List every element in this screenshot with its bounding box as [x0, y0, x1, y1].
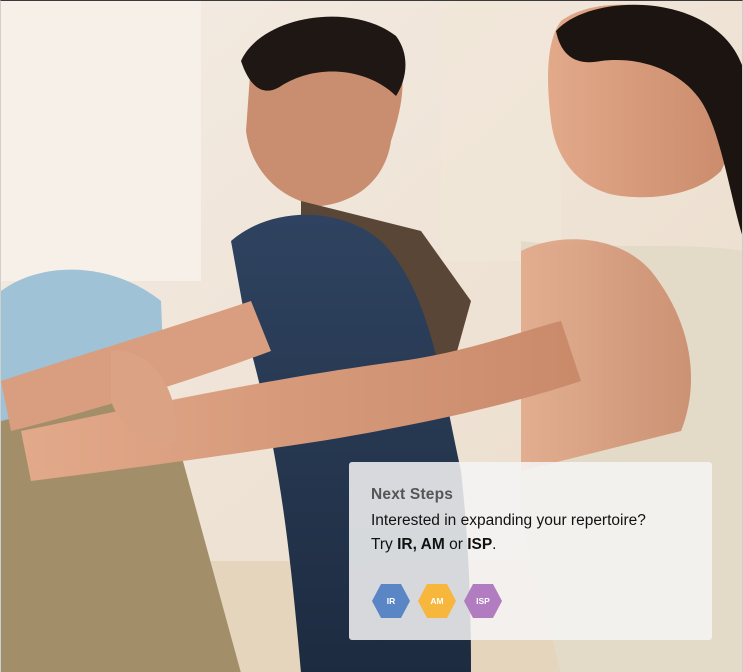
try-middle: or	[444, 536, 468, 553]
next-steps-text: Interested in expanding your repertoire?…	[371, 509, 692, 557]
badge-isp-label: ISP	[476, 596, 490, 606]
next-steps-card: Next Steps Interested in expanding your …	[349, 462, 712, 640]
try-prefix: Try	[371, 536, 398, 553]
program-badges: IR AM ISP	[371, 583, 509, 619]
badge-ir-label: IR	[386, 596, 396, 606]
next-steps-line1: Interested in expanding your repertoire?	[371, 512, 646, 529]
badge-am[interactable]: AM	[417, 583, 457, 619]
try-bold-ir-am[interactable]: IR, AM	[397, 536, 445, 553]
try-suffix: .	[492, 536, 497, 553]
badge-isp[interactable]: ISP	[463, 583, 503, 619]
next-steps-title: Next Steps	[371, 486, 454, 503]
try-bold-isp[interactable]: ISP	[467, 536, 492, 553]
hero-frame: Next Steps Interested in expanding your …	[0, 0, 743, 672]
badge-ir[interactable]: IR	[371, 583, 411, 619]
badge-am-label: AM	[430, 596, 444, 606]
